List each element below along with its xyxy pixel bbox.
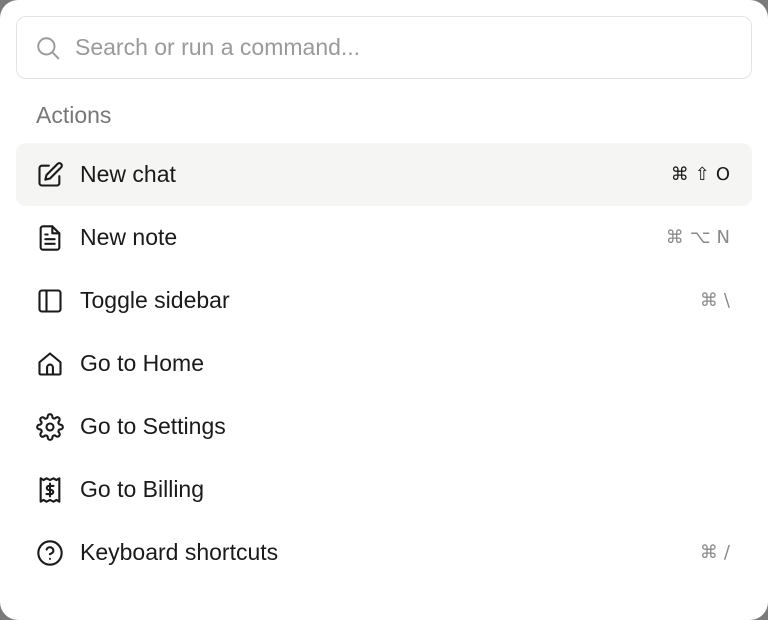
action-item-go-to-billing[interactable]: Go to Billing	[16, 458, 752, 521]
shortcut-key: /	[723, 542, 730, 563]
receipt-icon	[36, 476, 64, 504]
shortcut-key: \	[723, 290, 730, 311]
action-label: New chat	[80, 161, 176, 187]
action-label: New note	[80, 224, 178, 250]
action-label: Go to Billing	[80, 476, 205, 502]
note-icon	[36, 224, 64, 252]
action-item-keyboard-shortcuts[interactable]: Keyboard shortcuts ⌘ /	[16, 521, 752, 584]
command-palette: Actions New chat ⌘ ⇧ O New note	[0, 0, 768, 620]
action-item-go-to-home[interactable]: Go to Home	[16, 332, 752, 395]
shortcut-keys: ⌘ ⇧ O	[671, 164, 730, 185]
action-label: Go to Home	[80, 350, 204, 376]
action-label: Keyboard shortcuts	[80, 539, 279, 565]
search-input[interactable]	[75, 34, 675, 61]
shortcut-key: ⌘	[670, 164, 689, 185]
section-label-actions: Actions	[36, 102, 112, 128]
shortcut-key: ⌘	[699, 542, 718, 563]
action-item-new-chat[interactable]: New chat ⌘ ⇧ O	[16, 143, 752, 206]
shortcut-key: ⇧	[694, 164, 710, 185]
edit-icon	[36, 161, 64, 189]
shortcut-keys: ⌘ \	[700, 290, 730, 311]
home-icon	[36, 350, 64, 378]
search-bar[interactable]	[16, 16, 752, 79]
shortcut-key: ⌘	[665, 227, 684, 248]
shortcut-keys: ⌘ ⌥ N	[666, 227, 730, 248]
shortcut-key: ⌘	[699, 290, 718, 311]
action-item-new-note[interactable]: New note ⌘ ⌥ N	[16, 206, 752, 269]
shortcut-key: ⌥	[689, 227, 711, 248]
action-label: Go to Settings	[80, 413, 226, 439]
action-label: Toggle sidebar	[80, 287, 230, 313]
shortcut-key: N	[716, 227, 730, 248]
shortcut-keys: ⌘ /	[700, 542, 730, 563]
shortcut-key: O	[715, 164, 730, 185]
action-item-go-to-settings[interactable]: Go to Settings	[16, 395, 752, 458]
sidebar-icon	[36, 287, 64, 315]
action-item-toggle-sidebar[interactable]: Toggle sidebar ⌘ \	[16, 269, 752, 332]
gear-icon	[36, 412, 64, 441]
help-circle-icon	[36, 539, 64, 567]
search-icon	[35, 35, 61, 61]
